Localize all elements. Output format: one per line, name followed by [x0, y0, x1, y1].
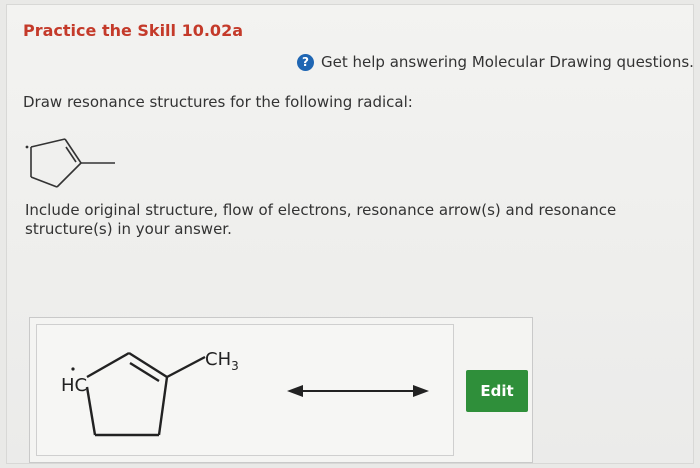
radical-structure-image: [25, 138, 115, 188]
answer-box: HC CH3 Edit: [29, 317, 533, 463]
bond: [30, 176, 58, 188]
page-title: Practice the Skill 10.02a: [23, 21, 243, 40]
question-prompt: Draw resonance structures for the follow…: [23, 93, 413, 111]
question-circle-icon[interactable]: ?: [297, 53, 314, 71]
question-panel: Practice the Skill 10.02a ? Get help ans…: [6, 4, 694, 464]
label-hc: HC: [61, 375, 87, 396]
cyclopentene-ring: [30, 138, 115, 188]
bond: [85, 386, 97, 436]
help-link-text[interactable]: Get help answering Molecular Drawing que…: [321, 53, 694, 71]
bond: [86, 351, 130, 379]
drawing-canvas[interactable]: HC CH3: [36, 324, 454, 456]
radical-dot: [25, 145, 29, 149]
resonance-arrow: [287, 385, 429, 397]
answer-ring: [85, 351, 206, 437]
double-bond-inner: [129, 361, 160, 383]
edit-button[interactable]: Edit: [466, 370, 528, 412]
bond: [157, 376, 169, 436]
help-link[interactable]: ? Get help answering Molecular Drawing q…: [297, 53, 694, 71]
question-instructions: Include original structure, flow of elec…: [25, 201, 617, 238]
bond: [30, 138, 66, 148]
answer-drawing: HC CH3: [61, 349, 429, 437]
methyl-bond: [166, 355, 206, 379]
bond: [64, 138, 82, 164]
label-ch: CH: [205, 349, 231, 370]
bond: [56, 162, 82, 188]
label-subscript: 3: [231, 359, 239, 373]
label-ch3: CH3: [205, 349, 239, 373]
radical-dot: [71, 367, 75, 371]
